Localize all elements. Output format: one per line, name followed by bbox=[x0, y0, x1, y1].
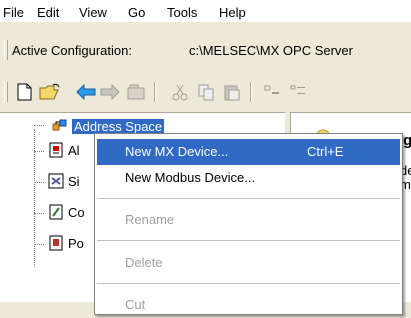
menu-file[interactable]: File bbox=[3, 5, 24, 20]
tree-line bbox=[34, 244, 44, 246]
menu-tools[interactable]: Tools bbox=[167, 5, 197, 20]
copy-icon[interactable] bbox=[194, 80, 218, 104]
menu-separator bbox=[97, 240, 400, 241]
new-icon[interactable] bbox=[12, 80, 36, 104]
tree-item-label: Po bbox=[68, 235, 84, 251]
poll-icon bbox=[48, 235, 64, 251]
paste-icon[interactable] bbox=[220, 80, 244, 104]
menu-item-cut[interactable]: Cut bbox=[97, 292, 400, 318]
tree-line bbox=[34, 151, 44, 153]
menu-bar: File Edit View Go Tools Help bbox=[0, 0, 411, 22]
toolbar-grip[interactable] bbox=[4, 40, 8, 60]
active-configuration-label: Active Configuration: bbox=[12, 43, 132, 58]
menu-item-label: Cut bbox=[125, 297, 146, 312]
menu-item-label: Rename bbox=[125, 212, 175, 227]
menu-item-new-modbus-device[interactable]: New Modbus Device... bbox=[97, 165, 400, 191]
cut-icon[interactable] bbox=[168, 80, 192, 104]
tree-item[interactable]: Al bbox=[48, 141, 80, 159]
tree-line bbox=[34, 182, 44, 184]
menu-help[interactable]: Help bbox=[219, 5, 246, 20]
menu-separator bbox=[97, 198, 400, 199]
menu-go[interactable]: Go bbox=[128, 5, 145, 20]
simulation-icon bbox=[48, 173, 64, 189]
config-icon bbox=[48, 204, 64, 220]
menu-item-delete[interactable]: Delete bbox=[97, 250, 400, 276]
menu-item-label: New Modbus Device... bbox=[125, 170, 256, 185]
tile-icon[interactable] bbox=[260, 80, 284, 104]
toolbar-separator bbox=[154, 82, 156, 102]
tree-line bbox=[34, 213, 44, 215]
folder-up-icon[interactable] bbox=[124, 80, 148, 104]
tree-item[interactable]: Co bbox=[48, 203, 85, 221]
menu-item-label: Delete bbox=[125, 255, 163, 270]
alarm-icon bbox=[48, 142, 64, 158]
toolbar bbox=[0, 76, 411, 108]
open-icon[interactable] bbox=[38, 80, 62, 104]
tree-item-label: Address Space bbox=[72, 118, 165, 134]
tree-item[interactable]: Si bbox=[48, 172, 80, 190]
menu-item-new-mx-device[interactable]: New MX Device... Ctrl+E bbox=[97, 139, 400, 165]
tree-line bbox=[34, 129, 36, 267]
active-configuration-path: c:\MELSEC\MX OPC Server bbox=[189, 43, 353, 58]
tree-line bbox=[34, 125, 44, 127]
address-space-icon bbox=[52, 118, 68, 134]
tree-item-label: Al bbox=[68, 142, 80, 158]
forward-icon[interactable] bbox=[98, 80, 122, 104]
tree-item[interactable]: Po bbox=[48, 234, 84, 252]
menu-item-shortcut: Ctrl+E bbox=[307, 144, 344, 159]
configuration-bar: Active Configuration: c:\MELSEC\MX OPC S… bbox=[0, 34, 411, 66]
toolbar-grip[interactable] bbox=[4, 82, 8, 102]
context-menu: New MX Device... Ctrl+E New Modbus Devic… bbox=[94, 133, 403, 315]
menu-item-rename[interactable]: Rename bbox=[97, 207, 400, 233]
menu-edit[interactable]: Edit bbox=[37, 5, 59, 20]
tile2-icon[interactable] bbox=[286, 80, 310, 104]
back-icon[interactable] bbox=[74, 80, 98, 104]
menu-item-label: New MX Device... bbox=[125, 144, 229, 159]
menu-view[interactable]: View bbox=[79, 5, 107, 20]
menu-separator bbox=[97, 283, 400, 284]
tree-item-label: Co bbox=[68, 204, 85, 220]
toolbar-separator bbox=[250, 82, 252, 102]
tree-item-label: Si bbox=[68, 173, 80, 189]
